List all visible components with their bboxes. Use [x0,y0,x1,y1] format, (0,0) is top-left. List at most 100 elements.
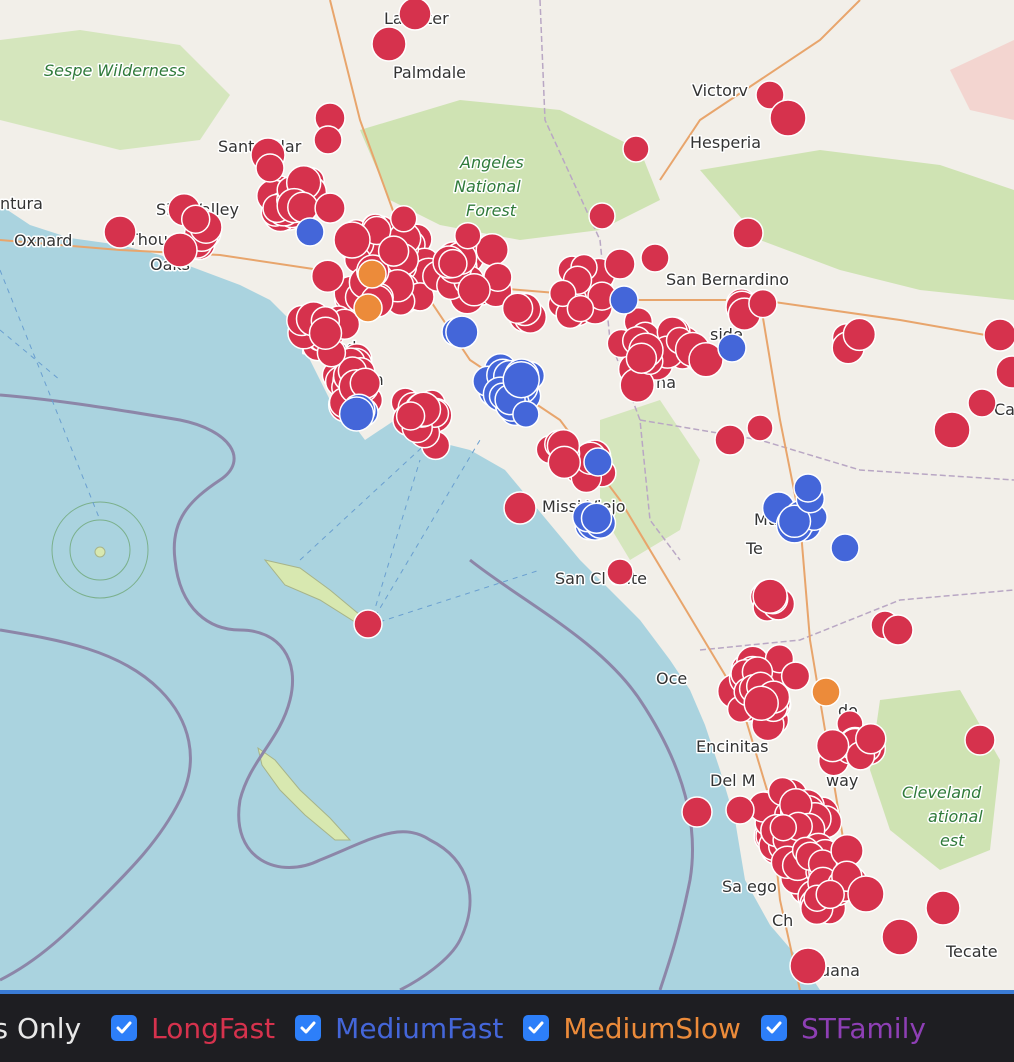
longfast-node[interactable] [501,292,534,325]
longfast-node[interactable] [983,318,1014,352]
longfast-node[interactable] [588,202,616,230]
longfast-label[interactable]: LongFast [151,1012,275,1045]
longfast-node[interactable] [398,0,432,31]
legend-item-longfast[interactable]: LongFast [111,1012,275,1045]
mediumfast-checkbox[interactable] [295,1015,322,1041]
longfast-node[interactable] [457,273,491,307]
longfast-node[interactable] [732,217,764,249]
longfast-node[interactable] [815,728,850,763]
longfast-node[interactable] [925,890,961,926]
park-label: National [454,177,521,196]
mediumslow-node[interactable] [357,259,387,289]
mediumfast-node[interactable] [580,502,613,534]
place-label: Tecate [945,942,998,961]
park-label: ational [928,807,983,826]
mediumfast-node[interactable] [583,447,613,477]
mediumslow-node[interactable] [353,293,383,323]
mediumfast-node[interactable] [609,285,639,315]
legend-item-mediumslow[interactable]: MediumSlow [523,1012,741,1045]
longfast-node[interactable] [847,875,885,913]
legend-item-mediumfast[interactable]: MediumFast [295,1012,503,1045]
place-label: San Bernardino [666,270,789,289]
place-label: Hesperia [690,133,761,152]
longfast-node[interactable] [746,414,774,442]
longfast-node[interactable] [606,558,634,586]
longfast-node[interactable] [967,388,997,418]
map-view[interactable]: La aster Palmdale Sespe Wilderness Santa… [0,0,1014,990]
longfast-node[interactable] [842,317,877,352]
park-label: Forest [466,201,517,220]
longfast-node[interactable] [333,221,371,259]
longfast-node[interactable] [855,723,887,755]
longfast-node[interactable] [748,288,778,319]
longfast-checkbox[interactable] [111,1015,138,1041]
longfast-node[interactable] [882,614,914,646]
longfast-node[interactable] [310,259,345,293]
longfast-node[interactable] [371,26,407,62]
place-label: Del M [710,771,756,790]
longfast-node[interactable] [769,99,807,137]
longfast-node[interactable] [353,609,383,639]
place-label: Sa ego [722,877,777,896]
longfast-node[interactable] [313,125,343,155]
longfast-node[interactable] [964,724,996,756]
longfast-node[interactable] [503,491,537,525]
channel-legend: rs Only LongFast MediumFast MediumSlow S… [0,994,1014,1062]
longfast-node[interactable] [881,918,919,956]
stfamily-checkbox[interactable] [760,1015,787,1041]
mediumfast-label[interactable]: MediumFast [335,1012,503,1045]
longfast-node[interactable] [752,578,788,614]
longfast-node[interactable] [103,215,137,249]
mediumfast-node[interactable] [445,315,479,349]
place-label: ntura [0,194,43,213]
mediumfast-node[interactable] [295,217,325,247]
longfast-node[interactable] [725,795,755,825]
longfast-node[interactable] [933,411,971,449]
longfast-node[interactable] [604,248,636,280]
park-label: est [940,831,965,850]
place-label: Oce [656,669,687,688]
check-icon [766,1021,782,1034]
longfast-node[interactable] [180,204,211,234]
longfast-node[interactable] [566,294,595,323]
longfast-node[interactable] [308,316,343,350]
longfast-node[interactable] [547,445,582,480]
mediumfast-node[interactable] [717,333,747,363]
longfast-node[interactable] [714,424,746,456]
mediumfast-node[interactable] [338,396,375,432]
longfast-node[interactable] [769,813,798,842]
longfast-node[interactable] [255,153,285,183]
longfast-node[interactable] [438,248,468,279]
place-label: Oxnard [14,231,72,250]
longfast-node[interactable] [349,367,382,400]
longfast-node[interactable] [622,135,650,163]
filter-toggle-label[interactable]: rs Only [0,1012,81,1045]
longfast-node[interactable] [743,685,779,722]
mediumslow-label[interactable]: MediumSlow [563,1012,741,1045]
longfast-node[interactable] [314,192,346,224]
mediumfast-node[interactable] [502,360,540,399]
longfast-node[interactable] [815,879,845,910]
place-label: Ca [994,400,1014,419]
longfast-node[interactable] [681,796,713,828]
check-icon [116,1021,132,1034]
park-label: Sespe Wilderness [44,61,185,80]
park-label: Angeles [459,153,524,172]
mediumfast-node[interactable] [830,533,860,563]
longfast-node[interactable] [625,342,658,374]
stfamily-label[interactable]: STFamily [801,1012,926,1045]
map-canvas[interactable]: La aster Palmdale Sespe Wilderness Santa… [0,0,1014,990]
longfast-node[interactable] [377,235,410,267]
longfast-node[interactable] [395,401,426,431]
longfast-node[interactable] [162,232,198,268]
longfast-node[interactable] [389,205,418,233]
longfast-node[interactable] [789,947,827,985]
mediumslow-node[interactable] [811,677,841,707]
mediumfast-node[interactable] [512,400,540,428]
legend-item-stfamily[interactable]: STFamily [760,1012,926,1045]
mediumfast-node[interactable] [793,473,823,503]
check-icon [300,1021,316,1034]
longfast-node[interactable] [640,243,670,273]
mediumslow-checkbox[interactable] [523,1015,550,1041]
longfast-node[interactable] [454,221,482,250]
